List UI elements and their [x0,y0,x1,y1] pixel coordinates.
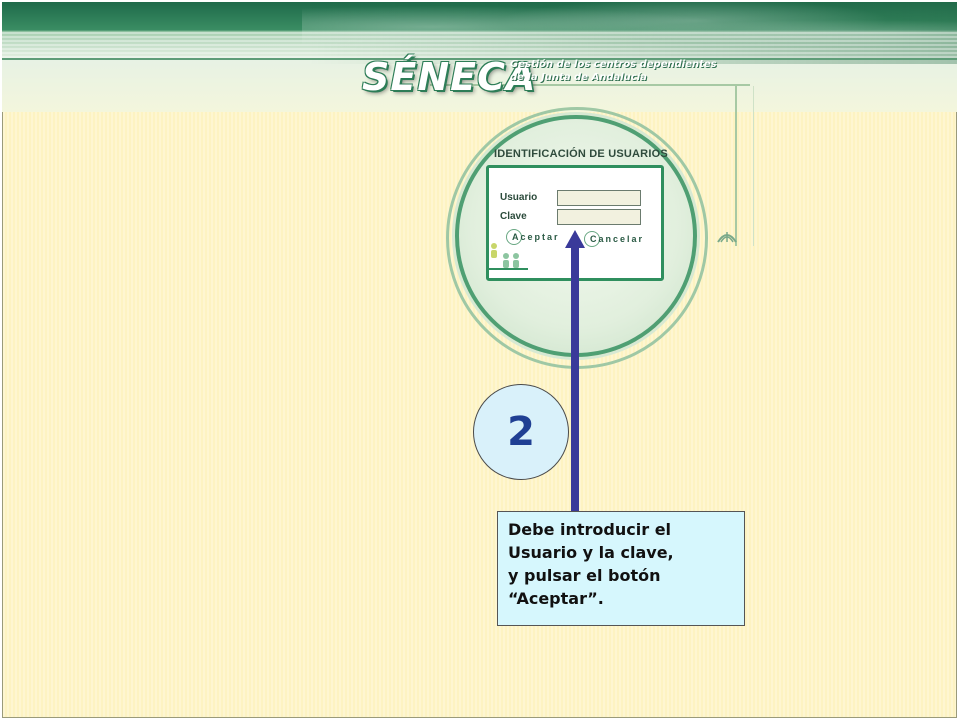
instruction-line: “Aceptar”. [508,589,604,608]
app-subtitle: Gestión de los centros dependientes de l… [510,58,730,84]
people-icon [488,243,528,270]
app-subtitle-line2: de la Junta de Andalucía [510,72,647,83]
user-label: Usuario [500,192,538,203]
instruction-line: Debe introducir el [508,520,672,539]
junta-emblem-icon [717,232,737,243]
cancel-button-label: Cancelar [590,234,645,244]
step-number-badge: 2 [473,384,569,480]
instruction-callout: Debe introducir el Usuario y la clave, y… [497,511,745,626]
instruction-line: y pulsar el botón [508,566,661,585]
cancel-button[interactable]: Cancelar [584,230,644,248]
password-label: Clave [500,211,527,222]
password-input[interactable] [557,209,641,225]
user-input[interactable] [557,190,641,206]
login-title: IDENTIFICACIÓN DE USUARIOS [494,148,668,160]
instruction-line: Usuario y la clave, [508,543,674,562]
decorative-column [735,86,754,246]
up-arrow-icon [565,230,585,516]
app-subtitle-line1: Gestión de los centros dependientes [510,59,717,70]
